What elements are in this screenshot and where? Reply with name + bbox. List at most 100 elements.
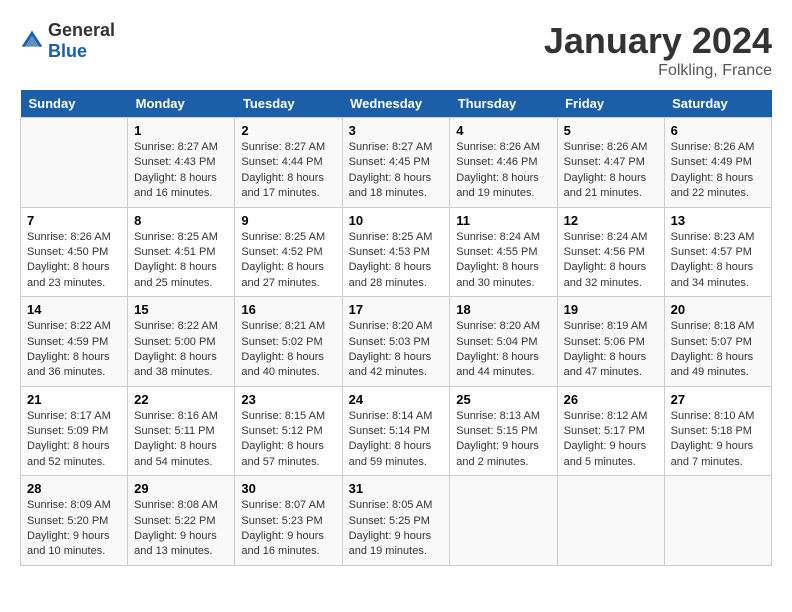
day-number: 29 <box>134 481 228 496</box>
calendar-cell: 6Sunrise: 8:26 AM Sunset: 4:49 PM Daylig… <box>664 118 771 208</box>
day-info: Sunrise: 8:13 AM Sunset: 5:15 PM Dayligh… <box>456 409 550 471</box>
day-info: Sunrise: 8:25 AM Sunset: 4:52 PM Dayligh… <box>241 230 335 292</box>
day-number: 9 <box>241 213 335 228</box>
calendar-cell: 5 Sunrise: 8:26 AM Sunset: 4:47 PM Daylig… <box>557 118 664 208</box>
day-number: 22 <box>134 392 228 407</box>
day-number: 3 <box>349 123 444 138</box>
day-info: Sunrise: 8:16 AM Sunset: 5:11 PM Dayligh… <box>134 409 228 471</box>
title-block: January 2024 Folkling, France <box>544 20 772 80</box>
calendar-cell: 21 Sunrise: 8:17 AM Sunset: 5:09 PM Dayli… <box>21 386 128 476</box>
day-number: 10 <box>349 213 444 228</box>
calendar-subtitle: Folkling, France <box>544 62 772 80</box>
calendar-cell: 26 Sunrise: 8:12 AM Sunset: 5:17 PM Dayli… <box>557 386 664 476</box>
day-number: 17 <box>349 302 444 317</box>
day-number: 28 <box>27 481 121 496</box>
calendar-body: 1 Sunrise: 8:27 AM Sunset: 4:43 PM Daylig… <box>21 118 772 566</box>
day-info: Sunrise: 8:18 AM Sunset: 5:07 PM Dayligh… <box>671 319 765 381</box>
calendar-cell <box>664 476 771 566</box>
calendar-cell: 22 Sunrise: 8:16 AM Sunset: 5:11 PM Dayli… <box>128 386 235 476</box>
calendar-week-5: 28 Sunrise: 8:09 AM Sunset: 5:20 PM Dayli… <box>21 476 772 566</box>
day-number: 27 <box>671 392 765 407</box>
calendar-cell: 7 Sunrise: 8:26 AM Sunset: 4:50 PM Daylig… <box>21 207 128 297</box>
calendar-cell: 16 Sunrise: 8:21 AM Sunset: 5:02 PM Dayli… <box>235 297 342 387</box>
calendar-cell: 3Sunrise: 8:27 AM Sunset: 4:45 PM Daylig… <box>342 118 450 208</box>
logo: General Blue <box>20 20 115 62</box>
logo-icon <box>20 29 44 53</box>
day-info: Sunrise: 8:26 AM Sunset: 4:50 PM Dayligh… <box>27 230 121 292</box>
day-info: Sunrise: 8:17 AM Sunset: 5:09 PM Dayligh… <box>27 409 121 471</box>
page-header: General Blue January 2024 Folkling, Fran… <box>20 20 772 80</box>
day-info: Sunrise: 8:20 AM Sunset: 5:04 PM Dayligh… <box>456 319 550 381</box>
day-number: 24 <box>349 392 444 407</box>
day-number: 2 <box>241 123 335 138</box>
day-number: 25 <box>456 392 550 407</box>
calendar-week-4: 21 Sunrise: 8:17 AM Sunset: 5:09 PM Dayli… <box>21 386 772 476</box>
day-info: Sunrise: 8:26 AM Sunset: 4:49 PM Dayligh… <box>671 140 765 202</box>
calendar-week-2: 7 Sunrise: 8:26 AM Sunset: 4:50 PM Daylig… <box>21 207 772 297</box>
day-number: 1 <box>134 123 228 138</box>
day-info: Sunrise: 8:27 AM Sunset: 4:44 PM Dayligh… <box>241 140 335 202</box>
day-info: Sunrise: 8:05 AM Sunset: 5:25 PM Dayligh… <box>349 498 444 560</box>
day-number: 16 <box>241 302 335 317</box>
calendar-cell: 17 Sunrise: 8:20 AM Sunset: 5:03 PM Dayli… <box>342 297 450 387</box>
calendar-cell: 28 Sunrise: 8:09 AM Sunset: 5:20 PM Dayli… <box>21 476 128 566</box>
day-info: Sunrise: 8:07 AM Sunset: 5:23 PM Dayligh… <box>241 498 335 560</box>
day-info: Sunrise: 8:26 AM Sunset: 4:47 PM Dayligh… <box>564 140 658 202</box>
calendar-cell: 31 Sunrise: 8:05 AM Sunset: 5:25 PM Dayli… <box>342 476 450 566</box>
header-day-sunday: Sunday <box>21 90 128 118</box>
day-info: Sunrise: 8:26 AM Sunset: 4:46 PM Dayligh… <box>456 140 550 202</box>
day-info: Sunrise: 8:12 AM Sunset: 5:17 PM Dayligh… <box>564 409 658 471</box>
day-number: 15 <box>134 302 228 317</box>
calendar-cell: 13 Sunrise: 8:23 AM Sunset: 4:57 PM Dayli… <box>664 207 771 297</box>
calendar-cell: 14 Sunrise: 8:22 AM Sunset: 4:59 PM Dayli… <box>21 297 128 387</box>
day-info: Sunrise: 8:27 AM Sunset: 4:43 PM Dayligh… <box>134 140 228 202</box>
day-number: 19 <box>564 302 658 317</box>
day-number: 21 <box>27 392 121 407</box>
calendar-cell: 20Sunrise: 8:18 AM Sunset: 5:07 PM Dayli… <box>664 297 771 387</box>
calendar-cell: 4 Sunrise: 8:26 AM Sunset: 4:46 PM Daylig… <box>450 118 557 208</box>
header-day-friday: Friday <box>557 90 664 118</box>
header-day-tuesday: Tuesday <box>235 90 342 118</box>
day-info: Sunrise: 8:10 AM Sunset: 5:18 PM Dayligh… <box>671 409 765 471</box>
day-number: 14 <box>27 302 121 317</box>
calendar-cell <box>450 476 557 566</box>
calendar-title: January 2024 <box>544 20 772 62</box>
day-info: Sunrise: 8:20 AM Sunset: 5:03 PM Dayligh… <box>349 319 444 381</box>
day-number: 13 <box>671 213 765 228</box>
day-number: 30 <box>241 481 335 496</box>
day-info: Sunrise: 8:19 AM Sunset: 5:06 PM Dayligh… <box>564 319 658 381</box>
calendar-cell: 10Sunrise: 8:25 AM Sunset: 4:53 PM Dayli… <box>342 207 450 297</box>
day-info: Sunrise: 8:24 AM Sunset: 4:56 PM Dayligh… <box>564 230 658 292</box>
day-number: 5 <box>564 123 658 138</box>
logo-text: General Blue <box>48 20 115 62</box>
calendar-cell: 30 Sunrise: 8:07 AM Sunset: 5:23 PM Dayli… <box>235 476 342 566</box>
logo-blue: Blue <box>48 41 87 61</box>
calendar-cell: 2 Sunrise: 8:27 AM Sunset: 4:44 PM Daylig… <box>235 118 342 208</box>
day-info: Sunrise: 8:15 AM Sunset: 5:12 PM Dayligh… <box>241 409 335 471</box>
calendar-cell: 27 Sunrise: 8:10 AM Sunset: 5:18 PM Dayli… <box>664 386 771 476</box>
calendar-cell: 24Sunrise: 8:14 AM Sunset: 5:14 PM Dayli… <box>342 386 450 476</box>
day-info: Sunrise: 8:21 AM Sunset: 5:02 PM Dayligh… <box>241 319 335 381</box>
calendar-cell: 19 Sunrise: 8:19 AM Sunset: 5:06 PM Dayli… <box>557 297 664 387</box>
calendar-week-1: 1 Sunrise: 8:27 AM Sunset: 4:43 PM Daylig… <box>21 118 772 208</box>
day-number: 12 <box>564 213 658 228</box>
day-number: 8 <box>134 213 228 228</box>
calendar-cell: 25 Sunrise: 8:13 AM Sunset: 5:15 PM Dayli… <box>450 386 557 476</box>
calendar-cell <box>21 118 128 208</box>
day-number: 31 <box>349 481 444 496</box>
header-day-monday: Monday <box>128 90 235 118</box>
calendar-cell: 12 Sunrise: 8:24 AM Sunset: 4:56 PM Dayli… <box>557 207 664 297</box>
day-number: 4 <box>456 123 550 138</box>
day-number: 18 <box>456 302 550 317</box>
calendar-cell: 15Sunrise: 8:22 AM Sunset: 5:00 PM Dayli… <box>128 297 235 387</box>
day-number: 7 <box>27 213 121 228</box>
calendar-cell: 1 Sunrise: 8:27 AM Sunset: 4:43 PM Daylig… <box>128 118 235 208</box>
calendar-cell: 9 Sunrise: 8:25 AM Sunset: 4:52 PM Daylig… <box>235 207 342 297</box>
day-number: 26 <box>564 392 658 407</box>
day-info: Sunrise: 8:09 AM Sunset: 5:20 PM Dayligh… <box>27 498 121 560</box>
calendar-cell: 23Sunrise: 8:15 AM Sunset: 5:12 PM Dayli… <box>235 386 342 476</box>
calendar-header-row: SundayMondayTuesdayWednesdayThursdayFrid… <box>21 90 772 118</box>
calendar-cell <box>557 476 664 566</box>
day-info: Sunrise: 8:22 AM Sunset: 4:59 PM Dayligh… <box>27 319 121 381</box>
day-info: Sunrise: 8:23 AM Sunset: 4:57 PM Dayligh… <box>671 230 765 292</box>
